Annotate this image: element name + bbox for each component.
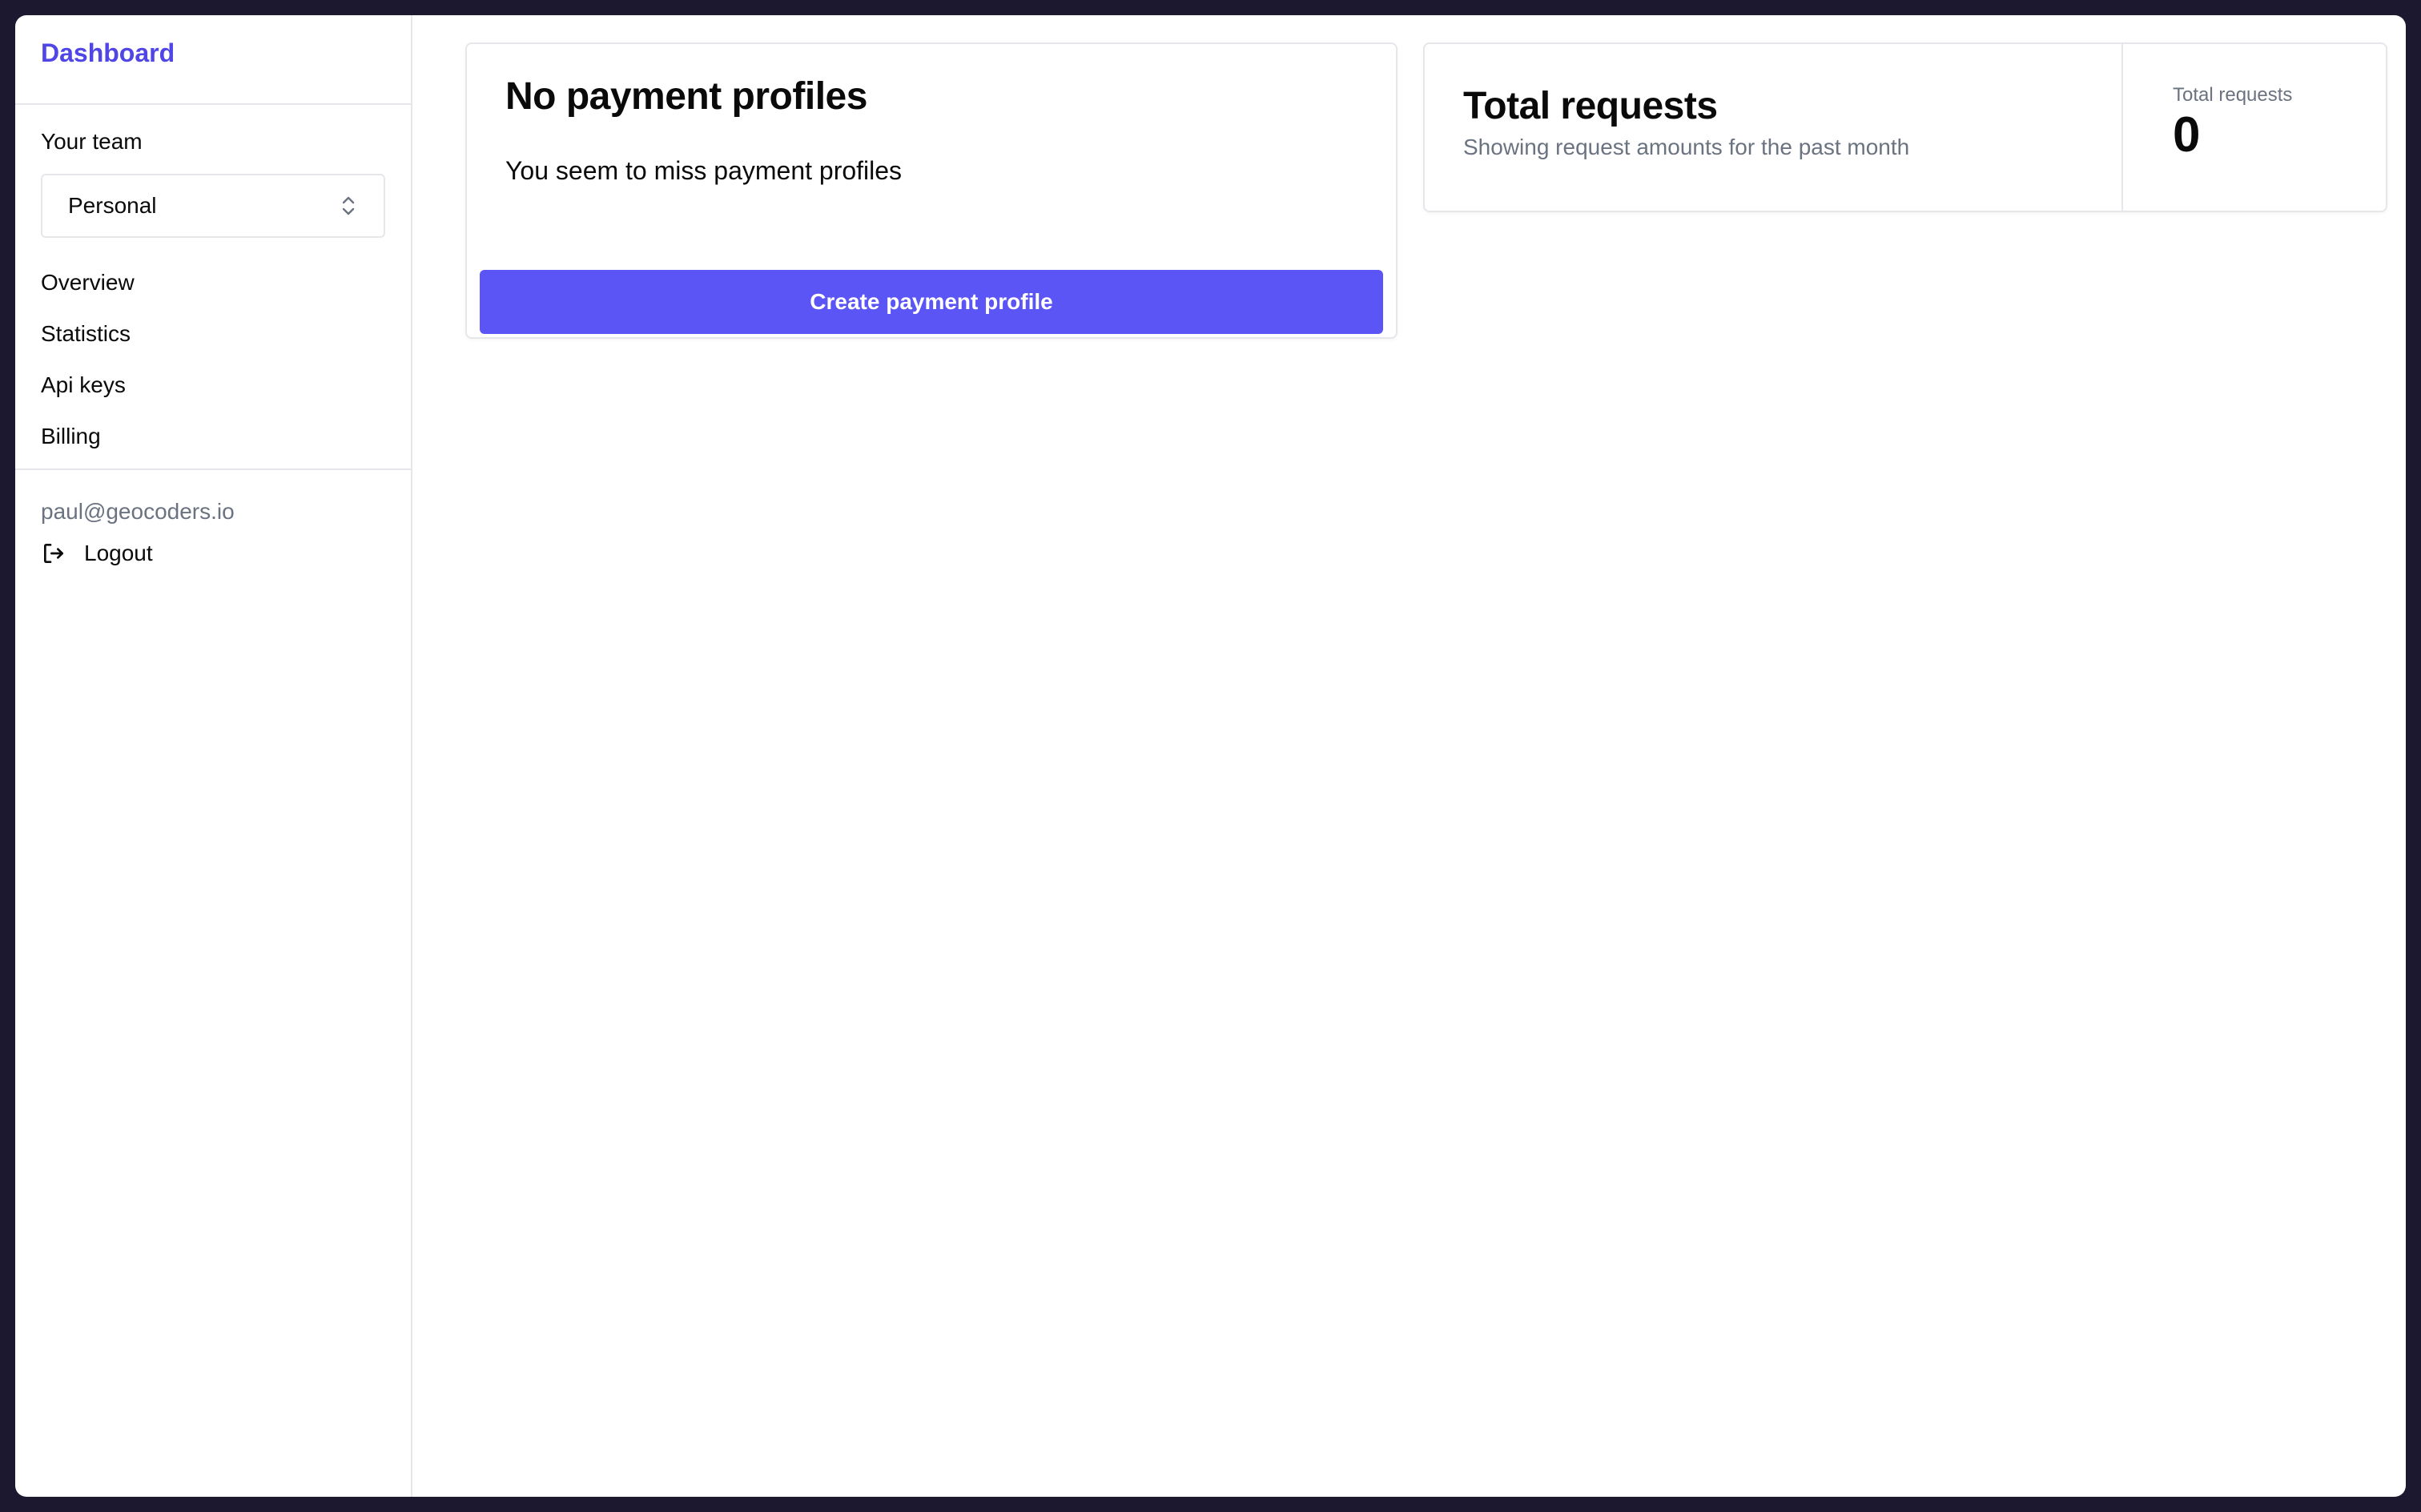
requests-stat-value: 0 [2173,107,2201,163]
total-requests-card: Total requests Showing request amounts f… [1423,42,2387,212]
payment-card-title: No payment profiles [505,75,867,118]
dashboard-link[interactable]: Dashboard [41,38,175,68]
payment-card-message: You seem to miss payment profiles [505,156,903,185]
sidebar-item-api-keys[interactable]: Api keys [41,360,385,411]
create-payment-profile-button[interactable]: Create payment profile [480,270,1383,334]
app-window: Dashboard Your team Personal Overview St… [15,15,2406,1497]
team-select[interactable]: Personal [41,174,385,238]
sidebar-item-statistics[interactable]: Statistics [41,308,385,360]
requests-card-header: Total requests Showing request amounts f… [1463,84,1909,160]
sidebar-item-overview[interactable]: Overview [41,257,385,308]
sidebar-item-billing[interactable]: Billing [41,411,385,462]
requests-stat-label: Total requests [2173,84,2293,106]
requests-card-subtitle: Showing request amounts for the past mon… [1463,135,1910,159]
requests-stat: Total requests 0 [2121,44,2386,211]
logout-button[interactable]: Logout [41,541,153,566]
payment-profiles-card: No payment profiles You seem to miss pay… [465,42,1398,339]
logout-icon [44,544,63,563]
requests-card-title: Total requests [1463,85,1718,127]
sidebar-divider [15,468,411,470]
team-label: Your team [41,129,143,154]
sidebar-nav: Overview Statistics Api keys Billing [41,257,385,462]
user-email: paul@geocoders.io [41,499,235,524]
logout-label: Logout [84,541,153,565]
sidebar-header: Dashboard [15,15,411,105]
team-select-value: Personal [68,193,157,218]
sidebar: Dashboard Your team Personal Overview St… [15,15,412,1497]
chevron-up-down-icon [342,196,355,215]
